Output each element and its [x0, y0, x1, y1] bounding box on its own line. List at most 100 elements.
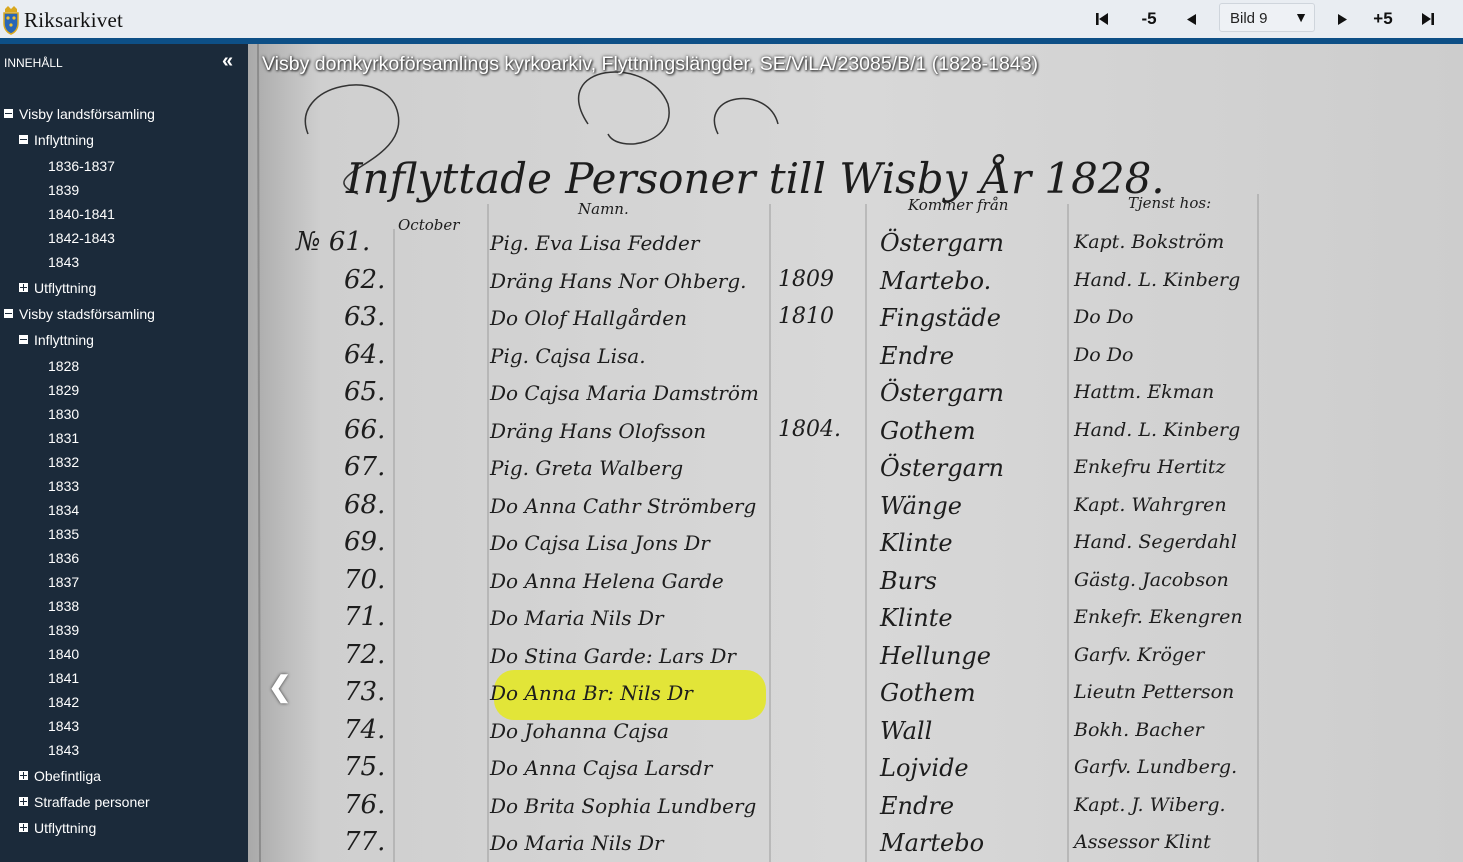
expand-icon[interactable]	[19, 796, 28, 806]
scan-entry-from: Lojvide	[880, 754, 969, 782]
tree-item[interactable]: 1840-1841	[48, 206, 115, 222]
tree-item-label: Visby stadsförsamling	[19, 306, 155, 322]
scan-entry-host: Enkefr. Ekengren	[1074, 606, 1243, 628]
scan-entry-from: Martebo	[880, 829, 985, 857]
tree-item[interactable]: Visby stadsförsamling	[4, 306, 155, 322]
tree-item[interactable]: 1833	[48, 478, 79, 494]
scan-entry-from: Klinte	[880, 529, 953, 557]
tree-item[interactable]: 1843	[48, 718, 79, 734]
riksarkivet-logo[interactable]: Riksarkivet	[2, 5, 123, 35]
next-image-button[interactable]	[1333, 8, 1351, 30]
tree-item-label: 1838	[48, 598, 80, 614]
scan-entry-year: 1804.	[778, 416, 841, 442]
tree-item[interactable]: 1839	[48, 182, 79, 198]
tree-item-label: Straffade personer	[34, 794, 150, 810]
tree-item-label: 1843	[48, 254, 80, 270]
tree-item-label: 1840	[48, 646, 80, 662]
tree-item[interactable]: Inflyttning	[19, 132, 94, 148]
tree-item-label: 1832	[48, 454, 80, 470]
tree-item[interactable]: 1839	[48, 622, 79, 638]
scan-entry-host: Hand. L. Kinberg	[1074, 418, 1241, 441]
tree-item[interactable]: Straffade personer	[19, 794, 150, 810]
tree-item[interactable]: Utflyttning	[19, 280, 96, 296]
tree-item[interactable]: 1834	[48, 502, 79, 518]
scan-entry-host: Hand. L. Kinberg	[1074, 268, 1241, 291]
scan-entry-number: 66.	[344, 414, 386, 445]
previous-image-button[interactable]	[1182, 8, 1200, 30]
tree-item[interactable]: 1836	[48, 550, 79, 566]
expand-icon[interactable]	[19, 770, 28, 780]
triangle-right-icon	[1337, 13, 1347, 25]
scan-entry-number: 71.	[344, 602, 386, 632]
scan-entry-name: Dräng Hans Olofsson	[490, 418, 707, 443]
tree-item[interactable]: 1840	[48, 646, 79, 662]
scan-entry-host: Gästg. Jacobson	[1074, 568, 1229, 591]
tree-item[interactable]: 1835	[48, 526, 79, 542]
tree-item[interactable]: 1837	[48, 574, 79, 590]
collapse-sidebar-button[interactable]: «	[222, 50, 233, 73]
tree-item[interactable]: 1828	[48, 358, 79, 374]
tree-item[interactable]: 1843	[48, 254, 79, 270]
collapse-icon[interactable]	[19, 134, 28, 144]
tree-item[interactable]: Visby landsförsamling	[4, 106, 155, 122]
scan-entry-host: Assessor Klint	[1074, 831, 1211, 853]
skip-to-first-icon	[1096, 13, 1108, 25]
last-image-button[interactable]	[1418, 8, 1438, 30]
tree-item[interactable]: 1830	[48, 406, 79, 422]
scan-entry-name: Do Johanna Cajsa	[490, 718, 669, 743]
scan-entry-host: Garfv. Kröger	[1074, 643, 1205, 666]
tree-item-label: 1839	[48, 182, 80, 198]
sidebar-header: INNEHÅLL	[4, 56, 63, 70]
collapse-icon[interactable]	[4, 308, 13, 318]
tree-item[interactable]: Inflyttning	[19, 332, 94, 348]
tree-item[interactable]: 1831	[48, 430, 79, 446]
forward-5-button[interactable]: +5	[1370, 8, 1396, 30]
scan-entry-from: Gothem	[880, 416, 976, 445]
tree-item[interactable]: 1829	[48, 382, 79, 398]
tree-item[interactable]: Obefintliga	[19, 768, 101, 784]
scan-entry-from: Gothem	[880, 679, 976, 707]
scan-entry-from: Wall	[880, 716, 933, 745]
scan-entry-name: Do Anna Cajsa Larsdr	[490, 756, 713, 780]
tree-item[interactable]: 1832	[48, 454, 79, 470]
expand-icon[interactable]	[19, 822, 28, 832]
crown-shield-icon	[3, 6, 19, 35]
first-image-button[interactable]	[1092, 8, 1112, 30]
tree-item-label: 1831	[48, 430, 80, 446]
scan-entry-host: Bokh. Bacher	[1074, 718, 1204, 741]
scan-entry-host: Hattm. Ekman	[1074, 381, 1215, 403]
tree-item-label: 1835	[48, 526, 80, 542]
tree-item[interactable]: 1842-1843	[48, 230, 115, 246]
tree-item-label: 1839	[48, 622, 80, 638]
tree-item-label: 1830	[48, 406, 80, 422]
document-title: Visby domkyrkoförsamlings kyrkoarkiv, Fl…	[262, 53, 1039, 75]
scan-entry-host: Lieutn Petterson	[1074, 681, 1235, 703]
scan-col-from: Kommer från	[908, 196, 1009, 214]
scan-entry-from: Hellunge	[880, 641, 991, 670]
tree-item-label: 1843	[48, 742, 80, 758]
previous-page-arrow[interactable]: ❮	[268, 670, 291, 703]
tree-item-label: 1842	[48, 694, 80, 710]
scan-entry-host: Hand. Segerdahl	[1074, 531, 1237, 553]
tree-item[interactable]: 1836-1837	[48, 158, 115, 174]
scan-entry-host: Garfv. Lundberg.	[1074, 756, 1238, 778]
back-5-button[interactable]: -5	[1135, 8, 1163, 30]
expand-icon[interactable]	[19, 282, 28, 292]
tree-item[interactable]: 1843	[48, 742, 79, 758]
image-select[interactable]: Bild 9 ▼	[1219, 3, 1315, 32]
scan-entry-name: Do Anna Helena Garde	[490, 568, 724, 593]
collapse-icon[interactable]	[19, 334, 28, 344]
scan-entry-number: 70.	[344, 564, 386, 595]
scan-entry-year: 1810	[778, 304, 834, 329]
tree-item-label: 1836	[48, 550, 80, 566]
image-viewer[interactable]: Inflyttade Personer till Wisby År 1828. O…	[248, 44, 1463, 862]
tree-item[interactable]: 1838	[48, 598, 79, 614]
tree-item[interactable]: 1842	[48, 694, 79, 710]
scan-entry-number: 68.	[344, 489, 386, 520]
tree-item[interactable]: 1841	[48, 670, 79, 686]
scan-entry-host: Kapt. Bokström	[1074, 231, 1225, 253]
collapse-icon[interactable]	[4, 108, 13, 118]
scan-entry-name: Pig. Cajsa Lisa.	[490, 343, 646, 368]
scan-entry-from: Östergarn	[880, 379, 1004, 407]
tree-item[interactable]: Utflyttning	[19, 820, 96, 836]
